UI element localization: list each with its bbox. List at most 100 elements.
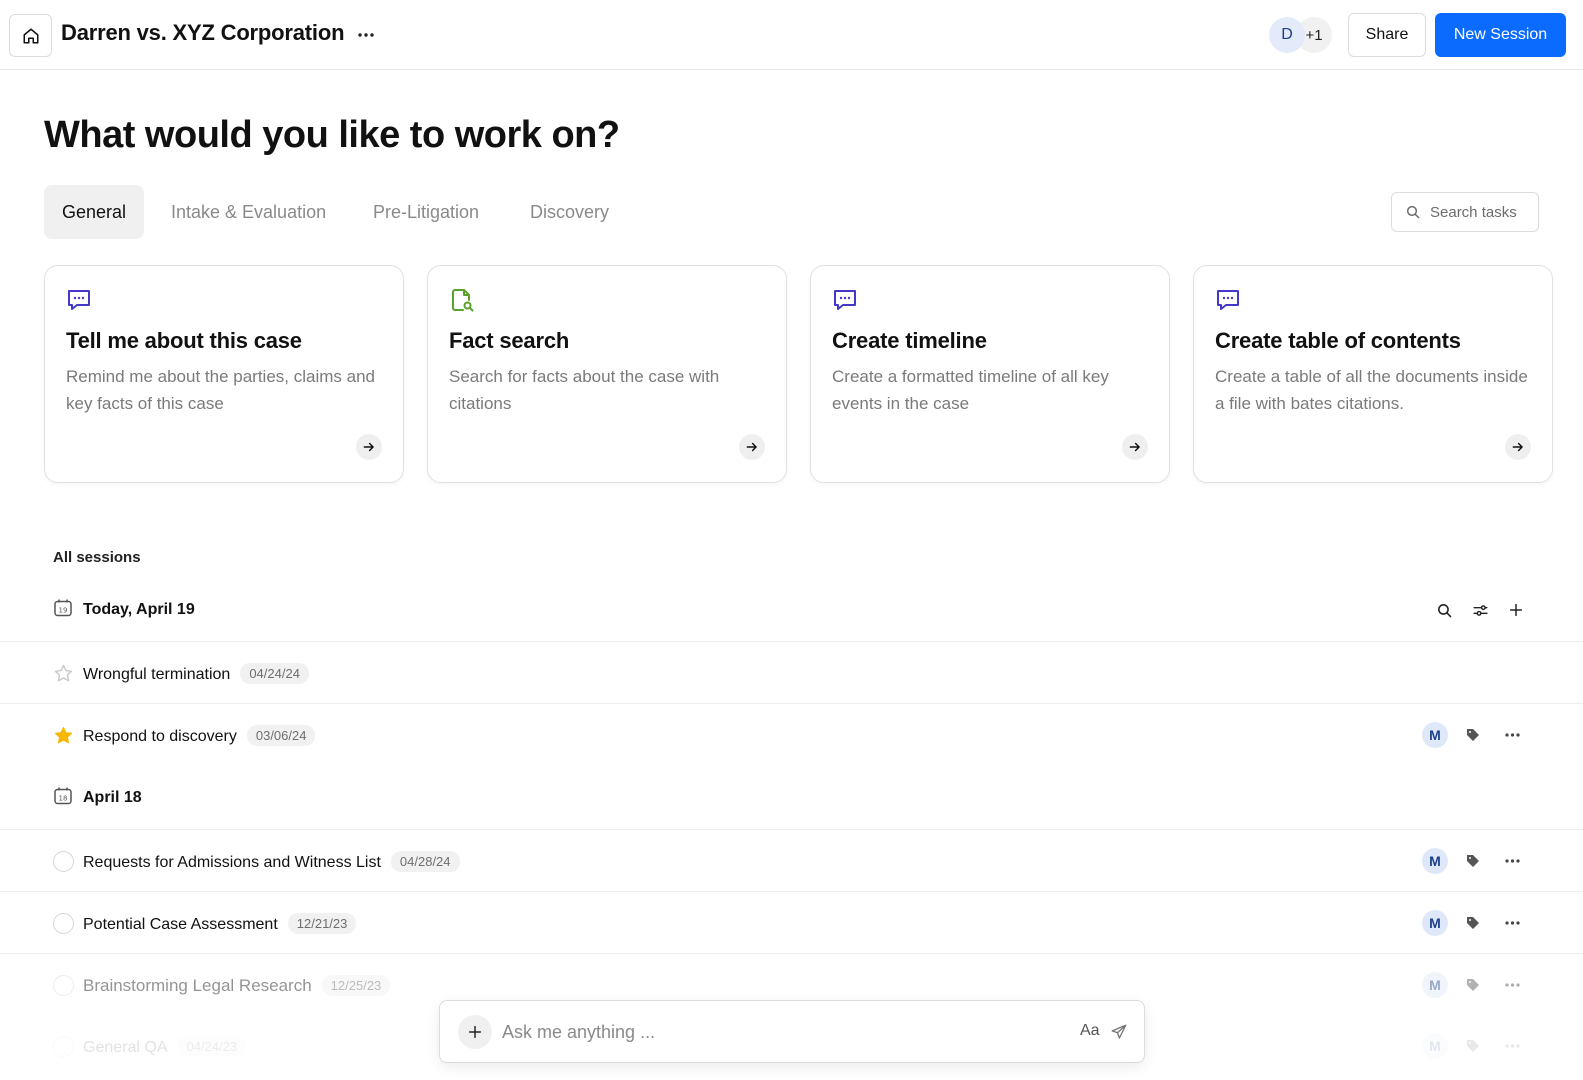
tag-icon <box>1467 855 1479 867</box>
text-format-button[interactable]: Aa <box>1080 1022 1100 1040</box>
session-date-badge: 04/24/24 <box>240 663 309 684</box>
session-row-brainstorming-legal-research[interactable]: Brainstorming Legal Research 12/25/23 M <box>0 965 1583 1005</box>
top-bar: Darren vs. XYZ Corporation +1 D Share Ne… <box>0 0 1583 70</box>
select-checkbox[interactable] <box>52 974 74 996</box>
row-more-button[interactable] <box>1499 972 1525 998</box>
tag-icon <box>1467 917 1479 929</box>
card-title: Create timeline <box>832 328 987 353</box>
more-horizontal-icon <box>1504 733 1520 737</box>
task-card-case-summary[interactable]: Tell me about this case Remind me about … <box>44 265 404 483</box>
divider <box>0 953 1583 954</box>
document-search-icon <box>452 289 474 312</box>
session-name: Requests for Admissions and Witness List <box>83 854 381 871</box>
group-label: Today, April 19 <box>83 601 195 618</box>
arrow-right-icon <box>1129 442 1140 452</box>
session-date-badge: 12/25/23 <box>321 975 391 996</box>
row-more-button[interactable] <box>1499 848 1525 874</box>
plus-icon <box>468 1025 482 1039</box>
card-title: Create table of contents <box>1215 328 1461 353</box>
session-date-badge: 03/06/24 <box>246 725 316 746</box>
row-more-button[interactable] <box>1499 1033 1525 1059</box>
select-checkbox[interactable] <box>52 912 74 934</box>
row-more-button[interactable] <box>1499 722 1525 748</box>
card-arrow-button[interactable] <box>1505 434 1531 460</box>
session-name: Respond to discovery <box>83 728 237 745</box>
new-session-button[interactable]: New Session <box>1435 13 1566 57</box>
session-date-badge: 04/28/24 <box>390 851 460 872</box>
card-arrow-button[interactable] <box>739 434 765 460</box>
session-date-badge: 12/21/23 <box>287 913 357 934</box>
filter-sessions-button[interactable] <box>1471 601 1489 619</box>
assignee-avatar[interactable]: M <box>1422 848 1448 874</box>
divider <box>0 641 1583 642</box>
assignee-avatar[interactable]: M <box>1422 1033 1448 1059</box>
tag-button[interactable] <box>1460 1033 1486 1059</box>
session-name: General QA <box>83 1039 168 1056</box>
session-row-wrongful-termination[interactable]: Wrongful termination 04/24/24 <box>0 653 1583 693</box>
task-card-fact-search[interactable]: Fact search Search for facts about the c… <box>427 265 787 483</box>
tab-discovery[interactable]: Discovery <box>530 185 609 239</box>
session-row-potential-case-assessment[interactable]: Potential Case Assessment 12/21/23 M <box>0 903 1583 943</box>
arrow-right-icon <box>363 442 374 452</box>
card-description: Create a table of all the documents insi… <box>1215 367 1528 413</box>
home-icon <box>23 28 38 43</box>
arrow-right-icon <box>746 442 757 452</box>
row-more-button[interactable] <box>1499 910 1525 936</box>
send-button[interactable] <box>1108 1021 1130 1043</box>
tab-general[interactable]: General <box>44 185 145 239</box>
select-checkbox[interactable] <box>52 850 74 872</box>
assignee-avatar[interactable]: M <box>1422 972 1448 998</box>
favorite-toggle[interactable] <box>52 662 74 684</box>
ask-input[interactable] <box>502 1018 1002 1046</box>
share-button[interactable]: Share <box>1348 13 1426 57</box>
session-tools <box>1435 601 1525 619</box>
search-tasks-input[interactable]: Search tasks <box>1391 192 1539 232</box>
card-title: Tell me about this case <box>66 328 302 353</box>
chat-bubble-icon <box>68 290 90 310</box>
card-arrow-button[interactable] <box>356 434 382 460</box>
tag-button[interactable] <box>1460 848 1486 874</box>
more-horizontal-icon <box>1504 921 1520 925</box>
assignee-avatar[interactable]: M <box>1422 722 1448 748</box>
divider <box>0 829 1583 830</box>
search-tasks-placeholder: Search tasks <box>1430 203 1517 221</box>
session-group-header: 19 Today, April 19 <box>0 590 1583 630</box>
task-card-table-of-contents[interactable]: Create table of contents Create a table … <box>1193 265 1553 483</box>
tag-icon <box>1467 979 1479 991</box>
search-icon <box>1406 205 1420 219</box>
more-horizontal-icon <box>1504 983 1520 987</box>
more-horizontal-icon <box>1504 1044 1520 1048</box>
session-row-requests-for-admissions[interactable]: Requests for Admissions and Witness List… <box>0 841 1583 881</box>
task-card-create-timeline[interactable]: Create timeline Create a formatted timel… <box>810 265 1170 483</box>
tab-intake-evaluation[interactable]: Intake & Evaluation <box>171 185 326 239</box>
session-row-respond-to-discovery[interactable]: Respond to discovery 03/06/24 M <box>0 715 1583 755</box>
session-name: Brainstorming Legal Research <box>83 976 312 995</box>
session-group-header: 18 April 18 <box>0 778 1583 818</box>
calendar-icon: 18 <box>54 787 72 805</box>
card-description: Remind me about the parties, claims and … <box>66 367 375 413</box>
assignee-avatar[interactable]: M <box>1422 910 1448 936</box>
chat-bubble-icon <box>1217 290 1239 310</box>
svg-text:18: 18 <box>59 795 68 803</box>
tag-button[interactable] <box>1460 722 1486 748</box>
star-filled-icon <box>54 726 72 743</box>
card-arrow-button[interactable] <box>1122 434 1148 460</box>
tag-button[interactable] <box>1460 910 1486 936</box>
home-button[interactable] <box>9 14 52 57</box>
tab-pre-litigation[interactable]: Pre-Litigation <box>373 185 479 239</box>
search-sessions-button[interactable] <box>1435 601 1453 619</box>
circle-icon <box>52 912 74 934</box>
avatar[interactable]: D <box>1269 17 1305 53</box>
plus-icon <box>1509 603 1523 617</box>
ask-bar: Aa <box>439 1000 1145 1063</box>
calendar-icon: 19 <box>54 599 72 617</box>
add-session-button[interactable] <box>1507 601 1525 619</box>
all-sessions-heading: All sessions <box>53 549 141 566</box>
tag-button[interactable] <box>1460 972 1486 998</box>
title-more-button[interactable] <box>354 23 378 47</box>
attach-button[interactable] <box>458 1015 492 1049</box>
select-checkbox[interactable] <box>52 1035 74 1057</box>
more-horizontal-icon <box>358 33 374 37</box>
chat-bubble-icon <box>834 290 856 310</box>
favorite-toggle[interactable] <box>52 724 74 746</box>
